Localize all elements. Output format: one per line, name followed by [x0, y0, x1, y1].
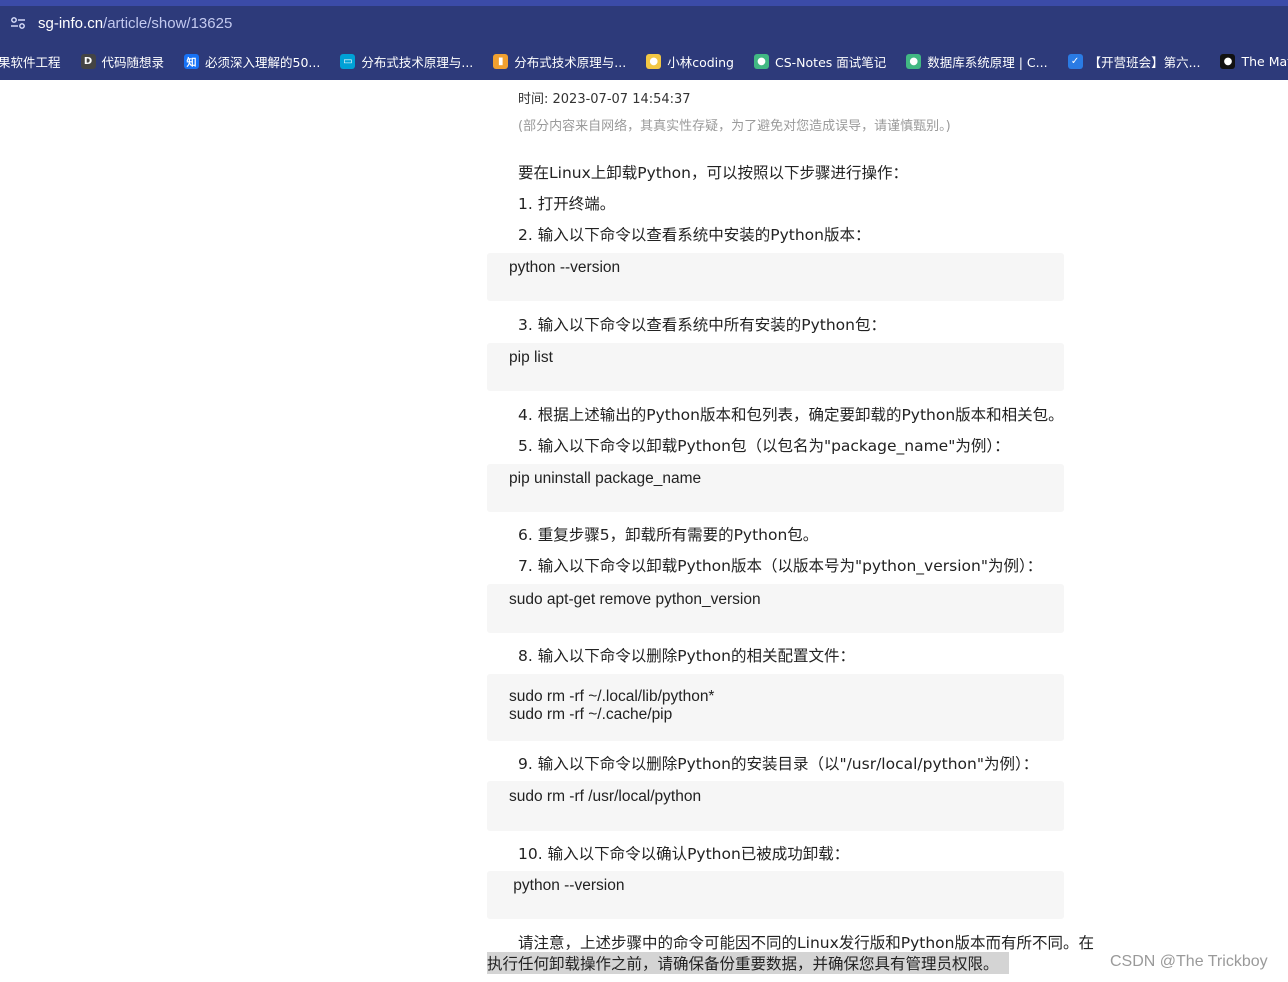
intro-text: 要在Linux上卸载Python，可以按照以下步骤进行操作： [518, 164, 908, 182]
bookmarks-bar: 果软件工程 D 代码随想录 知必须深入理解的50... ▭ 分布式技术原理与... ▮ 分布式… [0, 42, 1288, 80]
bookmark-label: 分布式技术原理与... [361, 54, 474, 70]
code-block-6: sudo rm -rf /usr/local/python [487, 781, 1064, 831]
url-field[interactable]: sg-info.cn/article/show/13625 [38, 15, 232, 32]
cs-notes-icon: ● [754, 53, 769, 69]
code-block-7: python --version [487, 871, 1064, 919]
bookmark-item[interactable]: ● CS-Notes 面试笔记 [754, 47, 886, 75]
bookmark-item[interactable]: ● 数据库系统原理 | C... [906, 47, 1048, 75]
bookmark-item[interactable]: ▭ 分布式技术原理与... [340, 47, 473, 75]
step-7: 7. 输入以下命令以卸载Python版本（以版本号为"python_versio… [518, 557, 1043, 575]
url-host: sg-info.cn [38, 14, 104, 32]
bookmark-item[interactable]: ▮ 分布式技术原理与... [493, 47, 626, 75]
code-block-2: pip list [487, 343, 1064, 391]
code-line: sudo rm -rf /usr/local/python [509, 788, 702, 805]
closing-note-line-2: 执行任何卸载操作之前，请确保备份重要数据，并确保您具有管理员权限。 [487, 952, 1009, 974]
bookmark-label: 【开营班会】第六... [1088, 54, 1201, 70]
step-3: 3. 输入以下命令以查看系统中所有安装的Python包： [518, 316, 886, 334]
bookmark-label: 必须深入理解的50... [205, 54, 321, 70]
code-line: sudo rm -rf ~/.local/lib/python* [509, 688, 715, 705]
step-1: 1. 打开终端。 [518, 195, 616, 213]
code-block-3: pip uninstall package_name [487, 464, 1064, 512]
code-line: sudo rm -rf ~/.cache/pip [509, 706, 673, 723]
bookmark-label: 数据库系统原理 | C... [927, 54, 1048, 70]
code-line: pip list [509, 349, 553, 366]
site-info-icon[interactable] [4, 9, 32, 37]
zhihu-icon: 知 [184, 53, 200, 69]
book-icon: D [80, 53, 96, 69]
article-content: 时间: 2023-07-07 14:54:37 (部分内容来自网络，其真实性存疑… [0, 80, 1288, 982]
code-block-4: sudo apt-get remove python_version [487, 584, 1064, 633]
url-path: /article/show/13625 [103, 14, 233, 32]
csdn-watermark: CSDN @The Trickboy [1110, 953, 1268, 970]
db-icon: ● [906, 53, 922, 69]
bookmark-label: 果软件工程 [0, 54, 61, 70]
bookmark-item[interactable]: D 代码随想录 [80, 47, 165, 75]
address-bar: sg-info.cn/article/show/13625 [0, 0, 1288, 42]
step-2: 2. 输入以下命令以查看系统中安装的Python版本： [518, 226, 871, 244]
code-line: sudo apt-get remove python_version [509, 591, 761, 608]
code-line: python --version [509, 259, 621, 276]
code-block-1: python --version [487, 253, 1064, 301]
xiaolin-icon: ● [646, 53, 662, 69]
step-10: 10. 输入以下命令以确认Python已被成功卸载： [518, 845, 850, 863]
closing-note-line-1: 请注意，上述步骤中的命令可能因不同的Linux发行版和Python版本而有所不同… [518, 934, 1094, 952]
bookmark-item[interactable]: 知必须深入理解的50... [184, 47, 320, 75]
bilibili-icon: ▭ [340, 53, 356, 69]
bookmark-label: CS-Notes 面试笔记 [775, 54, 887, 70]
tune-icon [11, 17, 25, 29]
article-time: 时间: 2023-07-07 14:54:37 [518, 92, 691, 107]
bookmark-label: 分布式技术原理与... [514, 54, 627, 70]
bookmark-label: 代码随想录 [101, 54, 165, 70]
bookmark-label: The Matrix Team [1241, 53, 1288, 69]
article-disclaimer: (部分内容来自网络，其真实性存疑，为了避免对您造成误导，请谨慎甄别。) [518, 119, 951, 134]
tab-strip-edge [0, 0, 1288, 6]
code-line: pip uninstall package_name [509, 470, 702, 487]
code-block-5: sudo rm -rf ~/.local/lib/python* sudo rm… [487, 674, 1064, 741]
bookmark-label: 小林coding [667, 54, 734, 70]
code-line: python --version [509, 877, 625, 894]
bookmark-item[interactable]: ✓ 【开营班会】第六... [1067, 47, 1201, 75]
step-5: 5. 输入以下命令以卸载Python包（以包名为"package_name"为例… [518, 437, 1010, 455]
bookmark-item[interactable]: ● The Matrix Team [1220, 47, 1288, 75]
step-6: 6. 重复步骤5，卸载所有需要的Python包。 [518, 526, 819, 544]
github-icon: ● [1220, 53, 1236, 69]
step-8: 8. 输入以下命令以删除Python的相关配置文件： [518, 647, 855, 665]
bookmark-item[interactable]: 果软件工程 [0, 47, 61, 75]
geektime-icon: ▮ [493, 53, 509, 69]
ka-icon: ✓ [1067, 53, 1083, 69]
step-4: 4. 根据上述输出的Python版本和包列表，确定要卸载的Python版本和相关… [518, 406, 1064, 424]
bookmark-item[interactable]: ● 小林coding [646, 47, 734, 75]
step-9: 9. 输入以下命令以删除Python的安装目录（以"/usr/local/pyt… [518, 755, 1039, 773]
